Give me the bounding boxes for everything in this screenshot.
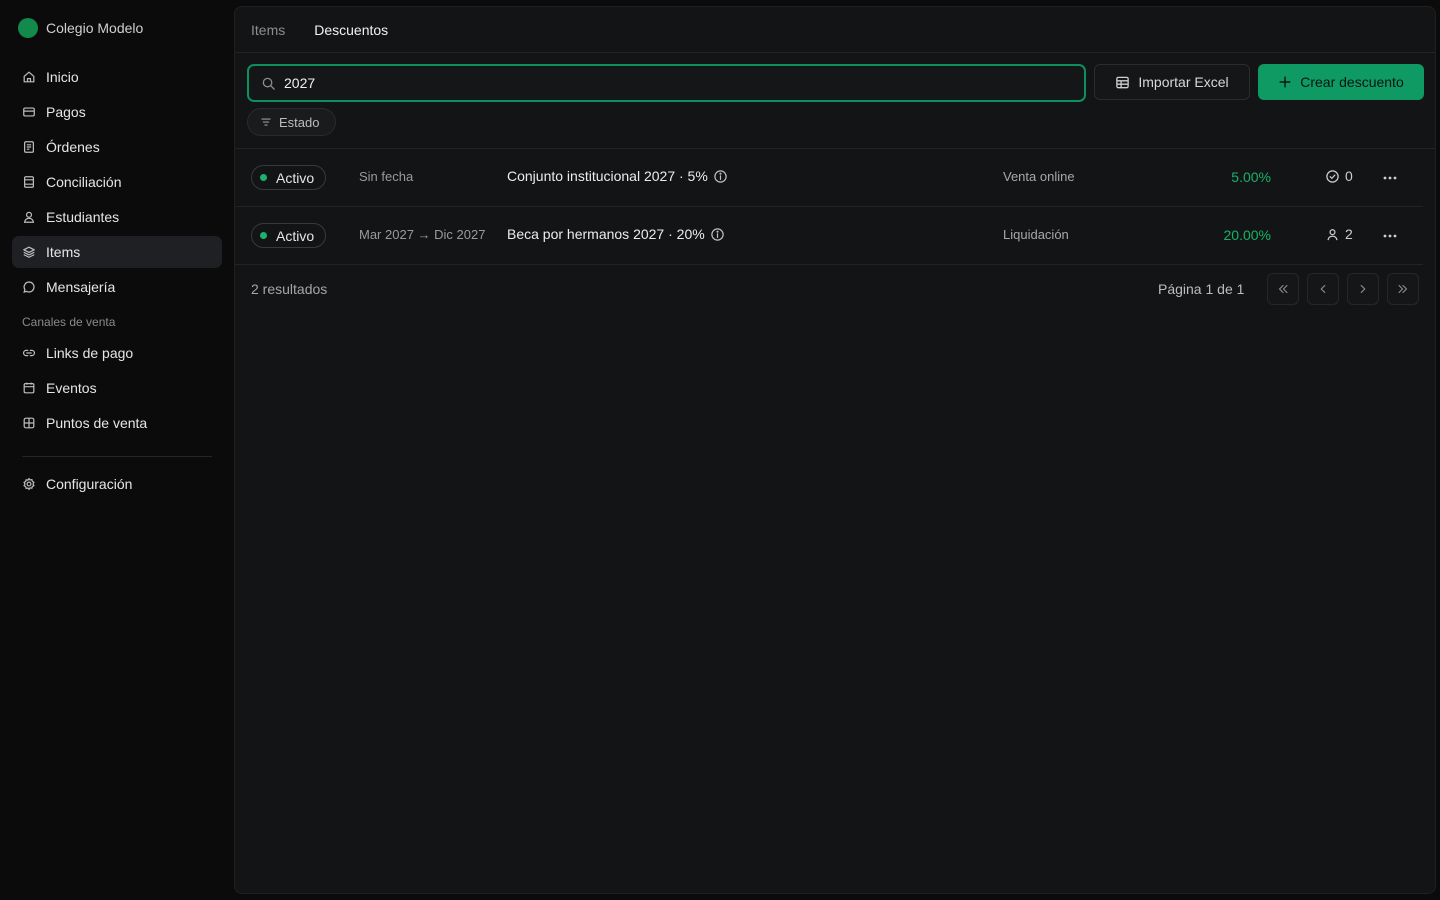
row-channel: Liquidación	[1003, 227, 1069, 242]
row-name: Beca por hermanos 2027 · 20%	[507, 226, 725, 242]
tab-items[interactable]: Items	[251, 22, 285, 38]
row-percent: 20.00%	[1223, 227, 1271, 243]
row-channel: Venta online	[1003, 169, 1075, 184]
main-panel: Items Descuentos Importar Excel Crear de…	[234, 6, 1436, 894]
user-icon	[23, 211, 35, 223]
gear-icon	[23, 477, 35, 491]
sidebar-item-eventos[interactable]: Eventos	[12, 372, 222, 404]
home-icon	[23, 71, 35, 83]
sidebar-item-items[interactable]: Items	[12, 236, 222, 268]
sidebar-item-label: Órdenes	[46, 139, 100, 155]
row-more-button[interactable]	[1378, 168, 1402, 188]
filter-icon	[261, 118, 271, 126]
sidebar-item-label: Links de pago	[46, 345, 134, 361]
search-box[interactable]	[247, 64, 1086, 102]
store-icon	[23, 417, 35, 429]
sidebar-item-label: Items	[46, 244, 81, 260]
check-circle-icon	[1326, 169, 1339, 183]
sidebar-item-label: Conciliación	[46, 174, 122, 190]
table-icon	[1116, 76, 1130, 88]
sidebar-item-mensajeria[interactable]: Mensajería	[12, 271, 222, 303]
calendar-icon	[23, 382, 35, 394]
sidebar-item-conciliacion[interactable]: Conciliación	[12, 166, 222, 198]
import-excel-button[interactable]: Importar Excel	[1094, 64, 1250, 100]
create-discount-label: Crear descuento	[1300, 74, 1404, 90]
status-label: Activo	[276, 227, 315, 244]
row-count-value: 0	[1345, 168, 1353, 184]
import-excel-label: Importar Excel	[1138, 74, 1229, 90]
layers-icon	[23, 246, 35, 258]
chat-icon	[23, 281, 35, 293]
table-row[interactable]: Activo Mar 2027 → Dic 2027 Beca por herm…	[235, 207, 1423, 265]
sidebar-item-inicio[interactable]: Inicio	[12, 61, 222, 93]
card-icon	[23, 107, 35, 117]
sidebar-item-pagos[interactable]: Pagos	[12, 96, 222, 128]
sidebar-item-links-de-pago[interactable]: Links de pago	[12, 337, 222, 369]
sidebar: Colegio Modelo Inicio Pagos Órdenes Conc…	[0, 0, 234, 900]
person-icon	[1327, 228, 1338, 240]
sidebar-item-puntos-de-venta[interactable]: Puntos de venta	[12, 407, 222, 439]
row-dates: Mar 2027 → Dic 2027	[359, 227, 486, 242]
toolbar: Importar Excel Crear descuento	[247, 64, 1424, 102]
status-badge: Activo	[251, 223, 326, 248]
sidebar-nav: Inicio Pagos Órdenes Conciliación Estudi…	[12, 61, 222, 503]
status-badge: Activo	[251, 165, 326, 190]
row-name: Conjunto institucional 2027 · 5%	[507, 168, 728, 184]
brand[interactable]: Colegio Modelo	[18, 17, 143, 39]
row-name-label: Beca por hermanos 2027 · 20%	[507, 226, 705, 242]
sidebar-item-label: Configuración	[46, 476, 133, 492]
sidebar-item-label: Eventos	[46, 380, 97, 396]
sidebar-section-label: Canales de venta	[22, 315, 116, 329]
ledger-icon	[24, 176, 34, 188]
row-count-value: 2	[1345, 226, 1353, 242]
sidebar-item-estudiantes[interactable]: Estudiantes	[12, 201, 222, 233]
tab-bar: Items Descuentos	[235, 7, 1435, 53]
row-more-button[interactable]	[1378, 226, 1402, 246]
brand-logo	[18, 18, 38, 38]
chevron-left-icon	[1320, 284, 1326, 294]
sidebar-item-label: Puntos de venta	[46, 415, 148, 431]
sidebar-item-ordenes[interactable]: Órdenes	[12, 131, 222, 163]
row-count: 0	[1325, 168, 1353, 184]
last-page-button[interactable]	[1387, 273, 1419, 305]
table-row[interactable]: Activo Sin fecha Conjunto institucional …	[235, 149, 1423, 207]
create-discount-button[interactable]: Crear descuento	[1258, 64, 1424, 100]
brand-name: Colegio Modelo	[46, 20, 144, 36]
filter-estado-label: Estado	[279, 114, 320, 130]
status-label: Activo	[276, 169, 315, 186]
sidebar-item-label: Inicio	[46, 69, 79, 85]
previous-page-button[interactable]	[1307, 273, 1339, 305]
sidebar-item-label: Estudiantes	[46, 209, 120, 225]
plus-icon	[1279, 76, 1291, 88]
more-horizontal-icon	[1383, 176, 1397, 180]
chevrons-left-icon	[1278, 284, 1288, 294]
sidebar-item-configuracion[interactable]: Configuración	[12, 468, 222, 500]
status-dot	[260, 174, 267, 181]
document-icon	[24, 141, 34, 153]
row-count: 2	[1325, 226, 1353, 242]
row-dates: Sin fecha	[359, 169, 414, 184]
sidebar-item-label: Pagos	[46, 104, 86, 120]
row-name-label: Conjunto institucional 2027 · 5%	[507, 168, 708, 184]
info-icon[interactable]	[713, 169, 728, 184]
next-page-button[interactable]	[1347, 273, 1379, 305]
status-dot	[260, 232, 267, 239]
chevron-right-icon	[1360, 284, 1366, 294]
chevrons-right-icon	[1398, 284, 1408, 294]
sidebar-divider	[22, 456, 212, 457]
search-icon	[262, 77, 275, 90]
discount-table: Activo Sin fecha Conjunto institucional …	[235, 149, 1423, 265]
info-icon[interactable]	[710, 227, 725, 242]
filter-estado[interactable]: Estado	[247, 108, 336, 136]
sidebar-item-label: Mensajería	[46, 279, 116, 295]
link-icon	[23, 349, 35, 357]
results-count: 2 resultados	[251, 281, 328, 297]
search-input[interactable]	[284, 75, 1044, 91]
more-horizontal-icon	[1383, 234, 1397, 238]
first-page-button[interactable]	[1267, 273, 1299, 305]
tab-descuentos[interactable]: Descuentos	[314, 22, 388, 38]
row-percent: 5.00%	[1231, 169, 1271, 185]
page-info: Página 1 de 1	[1158, 281, 1245, 297]
table-footer: 2 resultados Página 1 de 1	[235, 272, 1435, 306]
